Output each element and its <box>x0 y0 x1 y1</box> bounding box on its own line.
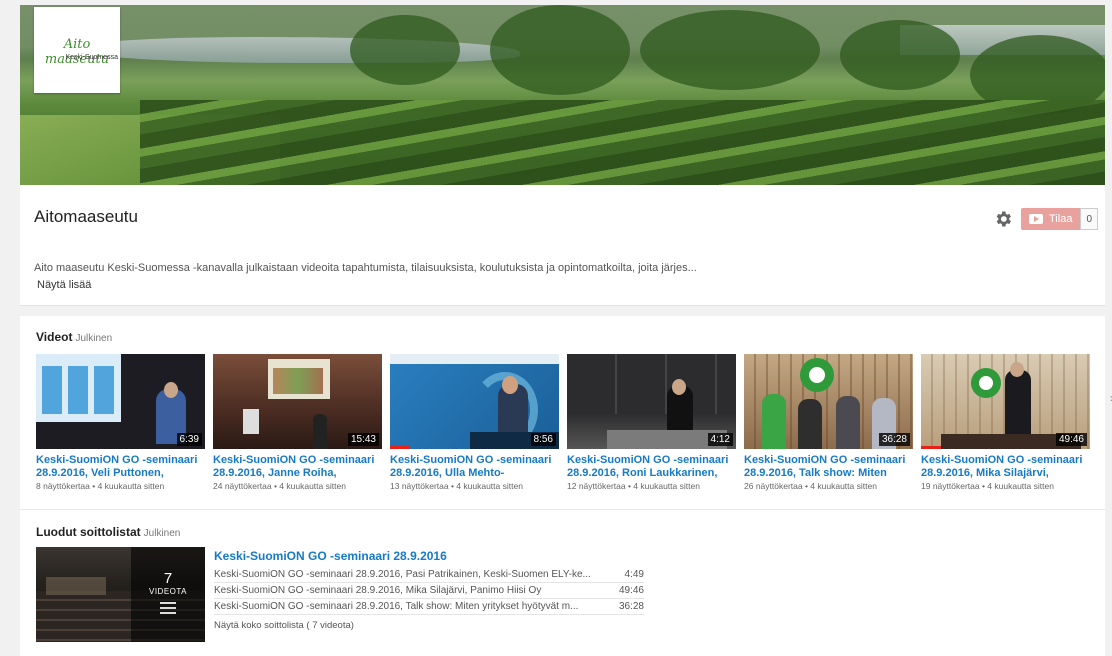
video-duration: 49:46 <box>1055 433 1087 446</box>
section-divider <box>20 509 1105 510</box>
playlist-count-overlay: 7 VIDEOTA <box>131 547 205 642</box>
playlist-count: 7 <box>163 570 173 587</box>
visibility-tag: Julkinen <box>75 333 113 344</box>
playlist-count-label: VIDEOTA <box>148 587 188 596</box>
channel-description: Aito maaseutu Keski-Suomessa -kanavalla … <box>34 262 697 274</box>
video-title[interactable]: Keski-SuomiON GO -seminaari 28.9.2016, U… <box>390 454 559 480</box>
playlists-heading[interactable]: Luodut soittolistat <box>36 525 141 539</box>
logo-text: Aito maaseutu <box>44 37 110 67</box>
playlist-item[interactable]: Keski-SuomiON GO -seminaari 28.9.2016, M… <box>214 584 644 599</box>
playlist-title[interactable]: Keski-SuomiON GO -seminaari 28.9.2016 <box>214 549 447 563</box>
video-card[interactable]: 6:39 Keski-SuomiON GO -seminaari 28.9.20… <box>36 354 205 491</box>
video-thumbnail[interactable]: 4:12 <box>567 354 736 449</box>
video-card[interactable]: 15:43 Keski-SuomiON GO -seminaari 28.9.2… <box>213 354 382 491</box>
video-card[interactable]: 36:28 Keski-SuomiON GO -seminaari 28.9.2… <box>744 354 913 491</box>
video-card[interactable]: 49:46 Keski-SuomiON GO -seminaari 28.9.2… <box>921 354 1090 491</box>
gear-icon[interactable] <box>993 209 1013 229</box>
video-card[interactable]: 4:12 Keski-SuomiON GO -seminaari 28.9.20… <box>567 354 736 491</box>
video-meta: 12 näyttökertaa • 4 kuukautta sitten <box>567 481 700 491</box>
videos-section-title: Videot Julkinen <box>36 330 112 344</box>
video-title[interactable]: Keski-SuomiON GO -seminaari 28.9.2016, R… <box>567 454 736 480</box>
video-title[interactable]: Keski-SuomiON GO -seminaari 28.9.2016, J… <box>213 454 382 480</box>
video-duration: 4:12 <box>707 433 733 446</box>
video-duration: 36:28 <box>878 433 910 446</box>
channel-title: Aitomaaseutu <box>34 207 138 226</box>
channel-banner: Aito maaseutu Keski-Suomessa <box>20 5 1105 185</box>
video-duration: 6:39 <box>176 433 202 446</box>
video-shelf: 6:39 Keski-SuomiON GO -seminaari 28.9.20… <box>36 354 1096 494</box>
video-title[interactable]: Keski-SuomiON GO -seminaari 28.9.2016, M… <box>921 454 1090 480</box>
playlist-item[interactable]: Keski-SuomiON GO -seminaari 28.9.2016, T… <box>214 600 644 615</box>
video-card[interactable]: 8:56 Keski-SuomiON GO -seminaari 28.9.20… <box>390 354 559 491</box>
watch-progress <box>390 446 411 449</box>
playlist-item-title: Keski-SuomiON GO -seminaari 28.9.2016, M… <box>214 585 542 596</box>
channel-logo[interactable]: Aito maaseutu Keski-Suomessa <box>34 7 120 93</box>
youtube-play-icon <box>1029 214 1043 224</box>
subscribe-label: Tilaa <box>1049 213 1073 225</box>
subscriber-count: 0 <box>1080 208 1098 230</box>
video-thumbnail[interactable]: 36:28 <box>744 354 913 449</box>
playlists-section-title: Luodut soittolistat Julkinen <box>36 525 180 539</box>
playlist-icon <box>160 602 176 614</box>
show-full-playlist-link[interactable]: Näytä koko soittolista ( 7 videota) <box>214 620 354 631</box>
video-thumbnail[interactable]: 6:39 <box>36 354 205 449</box>
subscribe-button[interactable]: Tilaa <box>1021 208 1081 230</box>
playlist-item-duration: 36:28 <box>618 601 644 612</box>
subscribe-control[interactable]: Tilaa 0 <box>1021 208 1098 230</box>
video-meta: 19 näyttökertaa • 4 kuukautta sitten <box>921 481 1054 491</box>
video-title[interactable]: Keski-SuomiON GO -seminaari 28.9.2016, T… <box>744 454 913 480</box>
show-more-link[interactable]: Näytä lisää <box>37 279 91 291</box>
playlist-item-title: Keski-SuomiON GO -seminaari 28.9.2016, T… <box>214 601 579 612</box>
video-thumbnail[interactable]: 8:56 <box>390 354 559 449</box>
logo-subtext: Keski-Suomessa <box>65 54 118 61</box>
video-thumbnail[interactable]: 15:43 <box>213 354 382 449</box>
playlist-item-duration: 49:46 <box>618 585 644 596</box>
channel-header: Aitomaaseutu Tilaa 0 Aito maaseutu Keski… <box>20 185 1105 306</box>
video-duration: 15:43 <box>347 433 379 446</box>
videos-heading[interactable]: Videot <box>36 330 72 344</box>
visibility-tag: Julkinen <box>143 528 181 539</box>
video-duration: 8:56 <box>530 433 556 446</box>
video-meta: 26 näyttökertaa • 4 kuukautta sitten <box>744 481 877 491</box>
playlist-item-duration: 4:49 <box>624 569 644 580</box>
video-meta: 13 näyttökertaa • 4 kuukautta sitten <box>390 481 523 491</box>
playlist-item-title: Keski-SuomiON GO -seminaari 28.9.2016, P… <box>214 569 591 580</box>
channel-content: Videot Julkinen 6:39 Keski-SuomiON GO -se… <box>20 316 1112 656</box>
watch-progress <box>921 446 942 449</box>
playlist-thumbnail[interactable]: 7 VIDEOTA <box>36 547 205 642</box>
video-title[interactable]: Keski-SuomiON GO -seminaari 28.9.2016, V… <box>36 454 205 480</box>
video-thumbnail[interactable]: 49:46 <box>921 354 1090 449</box>
video-meta: 24 näyttökertaa • 4 kuukautta sitten <box>213 481 346 491</box>
playlist-item[interactable]: Keski-SuomiON GO -seminaari 28.9.2016, P… <box>214 568 644 583</box>
video-meta: 8 näyttökertaa • 4 kuukautta sitten <box>36 481 165 491</box>
